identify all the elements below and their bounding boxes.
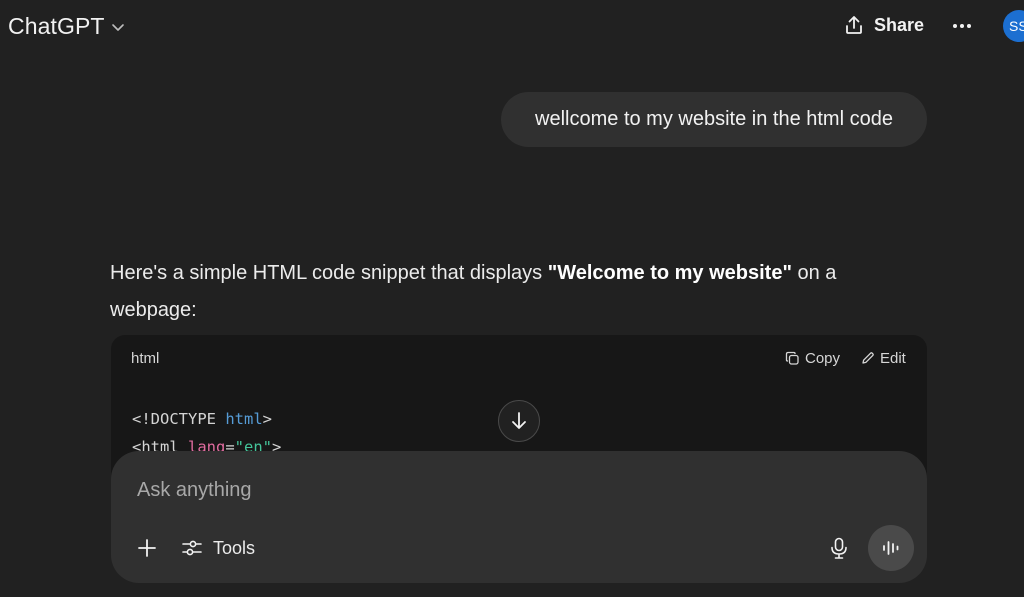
- plus-icon: [138, 539, 156, 557]
- copy-label: Copy: [805, 349, 841, 367]
- pencil-icon: [862, 352, 874, 364]
- dictate-button[interactable]: [825, 534, 853, 562]
- code-token: >: [262, 410, 272, 428]
- code-language-label: html: [131, 350, 160, 367]
- chat-page: ChatGPT Share SS wellcome to my website …: [0, 0, 1024, 597]
- sliders-icon: [182, 540, 202, 556]
- assistant-intro-before: Here's a simple HTML code snippet that d…: [110, 262, 548, 284]
- edit-label: Edit: [880, 349, 906, 367]
- user-message-bubble: wellcome to my website in the html code: [501, 92, 927, 147]
- share-upload-icon: [846, 16, 862, 34]
- model-name: ChatGPT: [8, 12, 105, 39]
- top-bar: ChatGPT Share SS: [0, 0, 1024, 52]
- code-token-keyword: html: [225, 410, 263, 428]
- tools-label: Tools: [213, 537, 256, 558]
- voice-waveform-icon: [883, 541, 899, 555]
- chat-input[interactable]: [137, 475, 837, 505]
- message-composer: Tools: [111, 451, 927, 583]
- assistant-intro-bold: "Welcome to my website": [547, 262, 792, 284]
- arrow-down-icon: [512, 412, 526, 429]
- more-options-button[interactable]: [948, 12, 976, 40]
- copy-code-button[interactable]: Copy: [785, 348, 840, 368]
- code-block-header: html Copy Edit: [111, 335, 927, 381]
- code-line: <!DOCTYPE html>: [132, 405, 281, 433]
- chevron-down-icon: [111, 24, 124, 31]
- model-selector[interactable]: ChatGPT: [8, 10, 125, 42]
- avatar[interactable]: SS: [1003, 10, 1024, 42]
- share-label: Share: [874, 14, 925, 35]
- more-dots-icon: [953, 24, 971, 28]
- code-token: <!DOCTYPE: [132, 410, 226, 428]
- scroll-to-bottom-button[interactable]: [498, 400, 540, 442]
- tools-button[interactable]: Tools: [181, 534, 255, 562]
- edit-code-button[interactable]: Edit: [861, 348, 906, 368]
- share-button[interactable]: Share: [843, 9, 924, 41]
- voice-mode-button[interactable]: [868, 525, 914, 571]
- add-attachment-button[interactable]: [133, 534, 161, 562]
- microphone-icon: [831, 537, 847, 559]
- assistant-intro-text: Here's a simple HTML code snippet that d…: [110, 255, 900, 329]
- copy-icon: [785, 351, 799, 365]
